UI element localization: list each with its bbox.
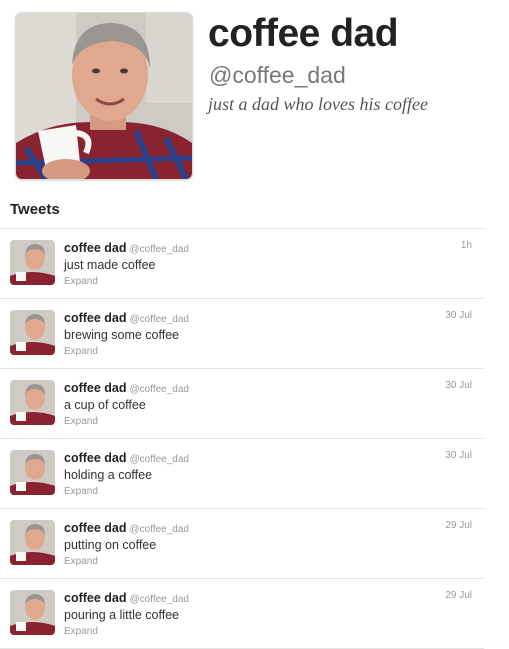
tweet-timestamp[interactable]: 30 Jul [445, 450, 472, 461]
tweet-author-name[interactable]: coffee dad [64, 241, 127, 255]
tweet-text: putting on coffee [64, 538, 157, 552]
avatar-photo [10, 450, 55, 495]
tweet-avatar[interactable] [10, 380, 55, 425]
expand-link[interactable]: Expand [64, 416, 98, 427]
tweets-heading: Tweets [10, 201, 60, 218]
expand-link[interactable]: Expand [64, 486, 98, 497]
avatar-photo [10, 310, 55, 355]
expand-link[interactable]: Expand [64, 276, 98, 287]
tweet-item[interactable]: coffee dad @coffee_dad 30 Jul brewing som… [0, 299, 484, 369]
tweet-text: holding a coffee [64, 468, 153, 482]
tweet-meta: coffee dad @coffee_dad [64, 309, 189, 327]
tweet-avatar[interactable] [10, 450, 55, 495]
profile-handle[interactable]: @coffee_dad [209, 62, 346, 89]
tweet-meta: coffee dad @coffee_dad [64, 449, 189, 467]
tweet-text: pouring a little coffee [64, 608, 180, 622]
tweet-author-handle[interactable]: @coffee_dad [130, 314, 189, 325]
tweet-avatar[interactable] [10, 520, 55, 565]
tweet-author-name[interactable]: coffee dad [64, 591, 127, 605]
tweet-item[interactable]: coffee dad @coffee_dad 30 Jul a cup of co… [0, 369, 484, 439]
tweet-author-handle[interactable]: @coffee_dad [130, 244, 189, 255]
tweet-avatar[interactable] [10, 590, 55, 635]
profile-page: coffee dad @coffee_dad just a dad who lo… [0, 0, 509, 649]
tweet-author-handle[interactable]: @coffee_dad [130, 454, 189, 465]
tweet-author-name[interactable]: coffee dad [64, 521, 127, 535]
avatar-photo [10, 520, 55, 565]
tweet-avatar[interactable] [10, 310, 55, 355]
tweet-item[interactable]: coffee dad @coffee_dad 30 Jul holding a c… [0, 439, 484, 509]
profile-photo [16, 13, 192, 179]
tweet-author-name[interactable]: coffee dad [64, 311, 127, 325]
tweet-text: brewing some coffee [64, 328, 180, 342]
tweet-author-name[interactable]: coffee dad [64, 381, 127, 395]
tweet-timestamp[interactable]: 30 Jul [445, 380, 472, 391]
expand-link[interactable]: Expand [64, 626, 98, 637]
avatar-photo [10, 590, 55, 635]
tweet-timestamp[interactable]: 29 Jul [445, 520, 472, 531]
profile-avatar[interactable] [16, 13, 192, 179]
tweet-item[interactable]: coffee dad @coffee_dad 29 Jul pouring a l… [0, 579, 484, 649]
tweet-author-handle[interactable]: @coffee_dad [130, 524, 189, 535]
profile-bio: just a dad who loves his coffee [208, 94, 428, 114]
tweet-item[interactable]: coffee dad @coffee_dad 29 Jul putting on … [0, 509, 484, 579]
tweet-meta: coffee dad @coffee_dad [64, 519, 189, 537]
profile-header: coffee dad @coffee_dad just a dad who lo… [0, 0, 509, 192]
tweet-avatar[interactable] [10, 240, 55, 285]
tweet-meta: coffee dad @coffee_dad [64, 239, 189, 257]
tweet-text: a cup of coffee [64, 398, 146, 412]
expand-link[interactable]: Expand [64, 556, 98, 567]
tweet-author-name[interactable]: coffee dad [64, 451, 127, 465]
tweet-meta: coffee dad @coffee_dad [64, 379, 189, 397]
expand-link[interactable]: Expand [64, 346, 98, 357]
tweet-author-handle[interactable]: @coffee_dad [130, 384, 189, 395]
avatar-photo [10, 240, 55, 285]
tweet-timestamp[interactable]: 1h [461, 240, 472, 251]
tweet-item[interactable]: coffee dad @coffee_dad 1h just made coffe… [0, 229, 484, 299]
tweet-timestamp[interactable]: 29 Jul [445, 590, 472, 601]
tweet-text: just made coffee [64, 258, 156, 272]
tweet-author-handle[interactable]: @coffee_dad [130, 594, 189, 605]
tweet-timestamp[interactable]: 30 Jul [445, 310, 472, 321]
tweet-meta: coffee dad @coffee_dad [64, 589, 189, 607]
display-name: coffee dad [208, 12, 399, 55]
tweet-list: coffee dad @coffee_dad 1h just made coffe… [0, 228, 484, 649]
avatar-photo [10, 380, 55, 425]
